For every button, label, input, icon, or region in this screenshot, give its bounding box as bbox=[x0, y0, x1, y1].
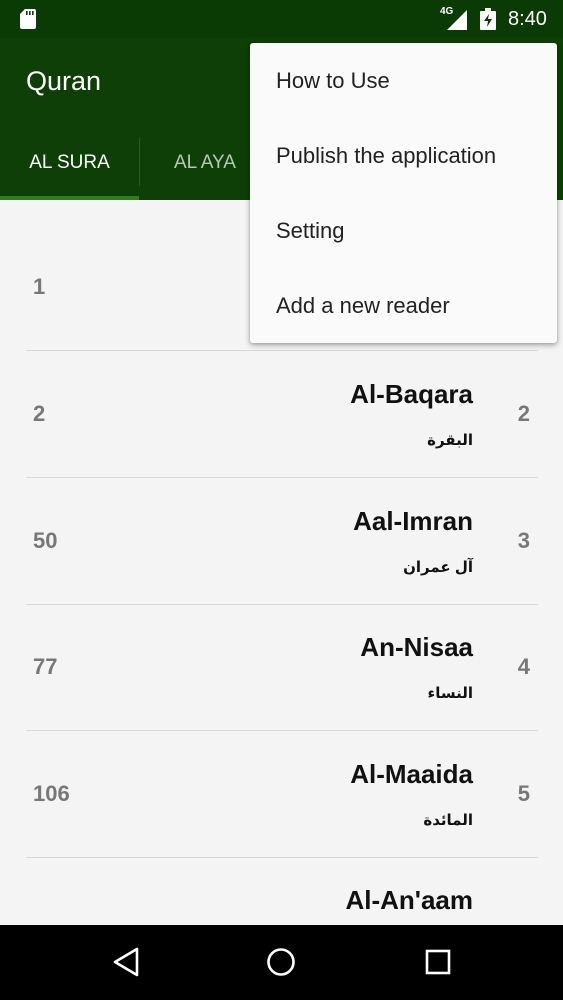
status-bar: 4G 8:40 bbox=[0, 0, 563, 38]
sura-name-en: Al-Maaida bbox=[350, 759, 473, 789]
sura-name-en: Aal-Imran bbox=[353, 506, 473, 536]
sura-name-ar: النساء bbox=[427, 685, 473, 702]
list-item[interactable]: Al-An'aam bbox=[26, 857, 538, 925]
list-item[interactable]: 106 Al-Maaida المائدة 5 bbox=[26, 731, 538, 858]
menu-item-add-reader[interactable]: Add a new reader bbox=[250, 268, 557, 343]
list-item[interactable]: 77 An-Nisaa النساء 4 bbox=[26, 604, 538, 731]
sura-number: 5 bbox=[517, 781, 530, 806]
battery-charging-icon bbox=[480, 8, 496, 30]
tab-al-aya[interactable]: AL AYA bbox=[174, 138, 236, 200]
sd-card-icon bbox=[20, 9, 36, 29]
page-number: 106 bbox=[33, 781, 70, 806]
page-number: 1 bbox=[33, 274, 46, 299]
clock: 8:40 bbox=[508, 8, 547, 30]
page-number: 50 bbox=[33, 528, 58, 553]
sura-number: 2 bbox=[517, 401, 530, 426]
app-title: Quran bbox=[26, 66, 102, 96]
sura-number: 4 bbox=[517, 654, 530, 679]
sura-name-ar: البقرة bbox=[427, 432, 473, 449]
sura-name-en: Al-An'aam bbox=[345, 885, 473, 915]
tab-al-sura[interactable]: AL SURA bbox=[0, 138, 139, 200]
tab-divider bbox=[139, 138, 140, 186]
menu-item-publish[interactable]: Publish the application bbox=[250, 118, 557, 193]
list-item[interactable]: 2 Al-Baqara البقرة 2 bbox=[26, 351, 538, 478]
sura-name-en: An-Nisaa bbox=[360, 632, 473, 662]
page-number: 2 bbox=[33, 401, 46, 426]
overflow-menu: How to Use Publish the application Setti… bbox=[250, 43, 557, 343]
sura-number: 3 bbox=[517, 528, 530, 553]
recents-icon[interactable] bbox=[424, 947, 452, 977]
menu-item-how-to-use[interactable]: How to Use bbox=[250, 43, 557, 118]
home-icon[interactable] bbox=[266, 947, 296, 977]
sura-name-ar: المائدة bbox=[423, 812, 473, 829]
navigation-bar bbox=[0, 925, 563, 1000]
list-item[interactable]: 50 Aal-Imran آل عمران 3 bbox=[26, 478, 538, 605]
back-icon[interactable] bbox=[112, 947, 140, 977]
sura-name-ar: آل عمران bbox=[403, 559, 473, 576]
signal-icon bbox=[447, 10, 467, 30]
page-number: 77 bbox=[33, 654, 58, 679]
sura-name-en: Al-Baqara bbox=[350, 379, 473, 409]
menu-item-setting[interactable]: Setting bbox=[250, 193, 557, 268]
